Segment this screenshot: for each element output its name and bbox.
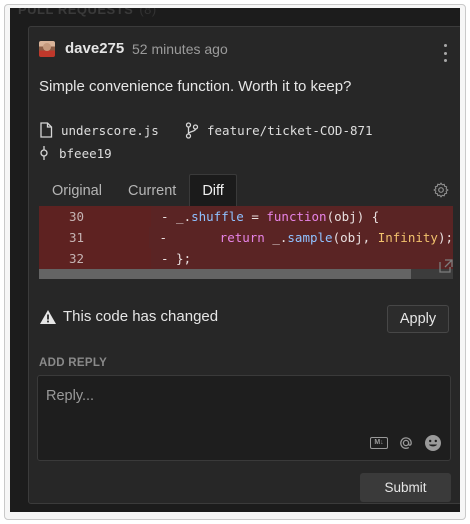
branch-name: feature/ticket-COD-871	[207, 123, 373, 138]
commit-reference[interactable]: bfeee19	[39, 145, 112, 161]
open-external-icon[interactable]	[439, 259, 453, 278]
avatar[interactable]	[39, 41, 55, 57]
reply-box: M↓	[37, 375, 451, 461]
code-changed-text: This code has changed	[63, 308, 219, 325]
commit-icon	[40, 146, 48, 160]
reply-toolbar: M↓	[370, 434, 442, 452]
diff-line: 32- };	[39, 248, 453, 269]
background-section-title: PULL REQUESTS	[18, 8, 134, 17]
comment-body: Simple convenience function. Worth it to…	[39, 78, 352, 95]
scrollbar-thumb[interactable]	[39, 269, 411, 279]
code-token: sample	[287, 230, 333, 245]
file-reference[interactable]: underscore.js	[39, 122, 159, 138]
diff-line-code: - };	[151, 248, 453, 269]
file-icon	[40, 122, 53, 138]
diff-view[interactable]: 30- _.shuffle = function(obj) {31- retur…	[39, 206, 453, 279]
commit-hash: bfeee19	[59, 145, 112, 161]
comment-card: dave275 52 minutes ago Simple convenienc…	[28, 26, 460, 504]
horizontal-scrollbar[interactable]	[39, 269, 453, 279]
diff-line-number: 32	[39, 248, 151, 269]
code-token: function	[266, 209, 327, 224]
diff-line: 31- return _.sample(obj, Infinity);	[39, 227, 453, 248]
mention-icon[interactable]	[398, 435, 414, 451]
tab-current[interactable]: Current	[115, 174, 189, 206]
code-token: );	[437, 230, 453, 245]
diff-marker: -	[159, 230, 167, 245]
view-tabs: Original Current Diff	[39, 174, 237, 206]
diff-marker: -	[161, 209, 169, 224]
code-changed-notice: This code has changed	[39, 308, 218, 325]
comment-author[interactable]: dave275	[65, 40, 124, 57]
code-token: shuffle	[191, 209, 244, 224]
code-token: };	[168, 251, 192, 266]
apply-button[interactable]: Apply	[387, 305, 449, 333]
branch-reference[interactable]: feature/ticket-COD-871	[185, 122, 373, 139]
comment-timestamp: 52 minutes ago	[132, 41, 228, 57]
code-token: (obj,	[332, 230, 378, 245]
pull-request-panel: PULL REQUESTS (8) dave275 52 minutes ago …	[10, 8, 460, 512]
gear-icon[interactable]	[433, 182, 449, 203]
emoji-icon[interactable]	[424, 434, 442, 452]
submit-button[interactable]: Submit	[360, 473, 451, 502]
more-options-icon[interactable]	[441, 44, 449, 62]
background-section-header: PULL REQUESTS (8)	[18, 8, 157, 17]
diff-line-number: 31	[39, 227, 150, 248]
diff-line-code: - _.shuffle = function(obj) {	[151, 206, 453, 227]
code-token: Infinity	[377, 230, 438, 245]
tab-original[interactable]: Original	[39, 174, 115, 206]
markdown-icon[interactable]: M↓	[370, 437, 388, 449]
background-section-count: (8)	[139, 8, 157, 17]
diff-line-number: 30	[39, 206, 151, 227]
diff-line-code: - return _.sample(obj, Infinity);	[149, 227, 453, 248]
tab-diff[interactable]: Diff	[189, 174, 237, 206]
code-token: _.	[264, 230, 288, 245]
branch-icon	[185, 122, 199, 139]
code-token: _.	[168, 209, 192, 224]
reply-input[interactable]	[46, 384, 442, 408]
diff-line: 30- _.shuffle = function(obj) {	[39, 206, 453, 227]
code-token: =	[243, 209, 267, 224]
warning-icon	[40, 309, 56, 324]
diff-lines: 30- _.shuffle = function(obj) {31- retur…	[39, 206, 453, 269]
add-reply-label: ADD REPLY	[39, 357, 108, 369]
code-token: (obj) {	[326, 209, 380, 224]
code-token: return	[219, 230, 265, 245]
diff-marker: -	[161, 251, 169, 266]
file-name: underscore.js	[61, 122, 159, 138]
